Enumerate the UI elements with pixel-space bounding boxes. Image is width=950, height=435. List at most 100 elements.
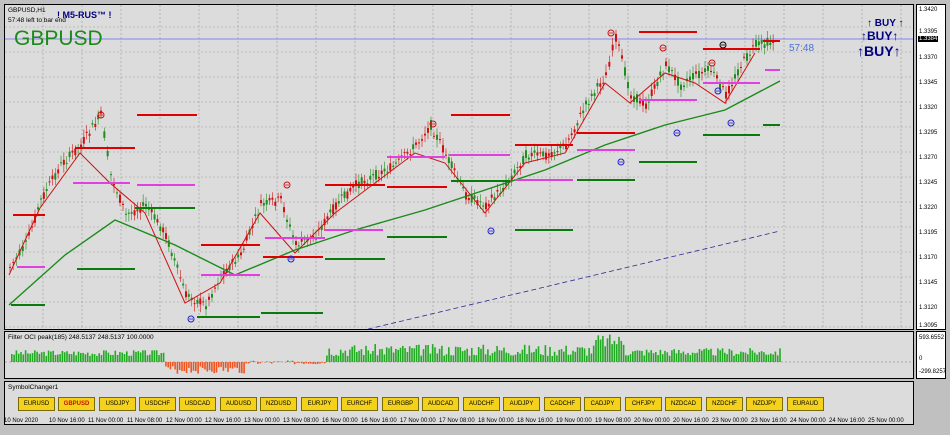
candle-body (447, 157, 450, 164)
symbol-button-usdchf[interactable]: USDCHF (139, 397, 176, 411)
oscillator-bar (765, 354, 767, 362)
candle-body (421, 139, 423, 141)
oscillator-bar (197, 362, 199, 374)
candle-body (547, 153, 550, 156)
candle-body (716, 75, 718, 79)
oscillator-bar (691, 352, 694, 362)
oscillator-bar (441, 345, 443, 362)
candle-body (133, 210, 136, 216)
candle-body (769, 42, 772, 46)
oscillator-bar (328, 348, 330, 362)
candle-body (94, 123, 97, 127)
candle-body (202, 301, 205, 303)
symbol-button-cadjpy[interactable]: CADJPY (584, 397, 621, 411)
oscillator-bar (657, 355, 659, 362)
oscillator-bar (335, 354, 337, 362)
symbol-button-audjpy[interactable]: AUDJPY (503, 397, 540, 411)
symbol-button-euraud[interactable]: EURAUD (787, 397, 824, 411)
symbol-button-eurjpy[interactable]: EURJPY (301, 397, 338, 411)
oscillator-bar (475, 355, 478, 362)
symbol-button-nzdusd[interactable]: NZDUSD (260, 397, 297, 411)
symbol-button-audchf[interactable]: AUDCHF (463, 397, 500, 411)
symbol-button-cadchf[interactable]: CADCHF (544, 397, 581, 411)
candle-body (579, 112, 582, 115)
candle-body (516, 166, 519, 168)
oscillator-bar (63, 352, 66, 362)
candle-body (60, 162, 62, 164)
candle-body (234, 261, 237, 264)
oscillator-bar (20, 352, 22, 362)
candle-body (159, 226, 162, 232)
oscillator-bar (411, 348, 413, 362)
candle-body (130, 212, 133, 214)
oscillator-bar (176, 362, 179, 374)
oscillator-pane[interactable]: Filter OCI peak(185) 248.5137 248.5137 1… (4, 331, 914, 379)
oscillator-bar (45, 355, 48, 362)
candle-body (372, 173, 375, 176)
oscillator-bar (270, 362, 273, 364)
candle-body (340, 194, 343, 196)
oscillator-bar (597, 335, 600, 362)
oscillator-bar (204, 362, 206, 370)
symbol-button-gbpusd[interactable]: GBPUSD (58, 397, 95, 411)
candle-body (286, 219, 288, 222)
symbol-button-nzdchf[interactable]: NZDCHF (706, 397, 743, 411)
oscillator-bar (553, 351, 556, 362)
oscillator-bar (243, 362, 245, 374)
oscillator-bar (15, 350, 18, 362)
oscillator-bar (459, 347, 462, 362)
candle-body (467, 198, 470, 201)
oscillator-bar (590, 353, 593, 362)
candle-body (196, 299, 199, 304)
price-tick: 1.3220 (919, 205, 938, 211)
symbol-button-eurusd[interactable]: EURUSD (18, 397, 55, 411)
oscillator-bar (703, 349, 705, 362)
symbol-button-audcad[interactable]: AUDCAD (422, 397, 459, 411)
price-chart-pane[interactable]: GBPUSD,H1 ! M5-RUS™ ! 57:48 left to bar … (4, 4, 914, 330)
time-label: 20 Nov 16:00 (673, 418, 709, 424)
candle-body (590, 93, 593, 97)
oscillator-bar (728, 348, 731, 362)
candle-body (725, 91, 727, 99)
oscillator-bar (372, 351, 374, 362)
buy-signal-3: ↑BUY↑ (857, 43, 901, 59)
oscillator-bar (247, 362, 250, 364)
symbol-button-usdjpy[interactable]: USDJPY (99, 397, 136, 411)
symbol-button-chfjpy[interactable]: CHFJPY (625, 397, 662, 411)
oscillator-bar (183, 362, 186, 372)
symbol-button-eurgbp[interactable]: EURGBP (382, 397, 419, 411)
symbol-button-audusd[interactable]: AUDUSD (220, 397, 257, 411)
oscillator-bar (215, 362, 218, 373)
oscillator-bar (740, 351, 742, 362)
candle-body (349, 187, 352, 192)
oscillator-bar (199, 362, 202, 367)
candle-body (193, 303, 196, 305)
candle-body (545, 152, 547, 160)
oscillator-bar (188, 362, 190, 368)
candle-body (136, 209, 139, 212)
oscillator-bar (505, 352, 508, 362)
symbol-button-nzdjpy[interactable]: NZDJPY (746, 397, 783, 411)
candle-body (653, 84, 656, 89)
symbol-button-usdcad[interactable]: USDCAD (179, 397, 216, 411)
oscillator-bar (579, 347, 581, 362)
oscillator-bar (360, 349, 363, 362)
symbol-button-eurchf[interactable]: EURCHF (341, 397, 378, 411)
oscillator-bar (661, 354, 664, 362)
candle-body (611, 44, 614, 51)
candle-body (332, 204, 335, 215)
candle-body (668, 66, 670, 73)
oscillator-bar (356, 351, 358, 362)
oscillator-bar (489, 355, 491, 362)
candle-body (237, 254, 240, 258)
candle-body (490, 194, 493, 198)
symbol-button-nzdcad[interactable]: NZDCAD (665, 397, 702, 411)
candle-body (82, 136, 85, 144)
oscillator-bar (392, 352, 395, 362)
candle-body (415, 142, 417, 145)
oscillator-bar (116, 354, 119, 362)
oscillator-bar (84, 354, 87, 362)
oscillator-bar (567, 354, 570, 362)
oscillator-bar (517, 352, 519, 362)
oscillator-bar (172, 362, 174, 367)
